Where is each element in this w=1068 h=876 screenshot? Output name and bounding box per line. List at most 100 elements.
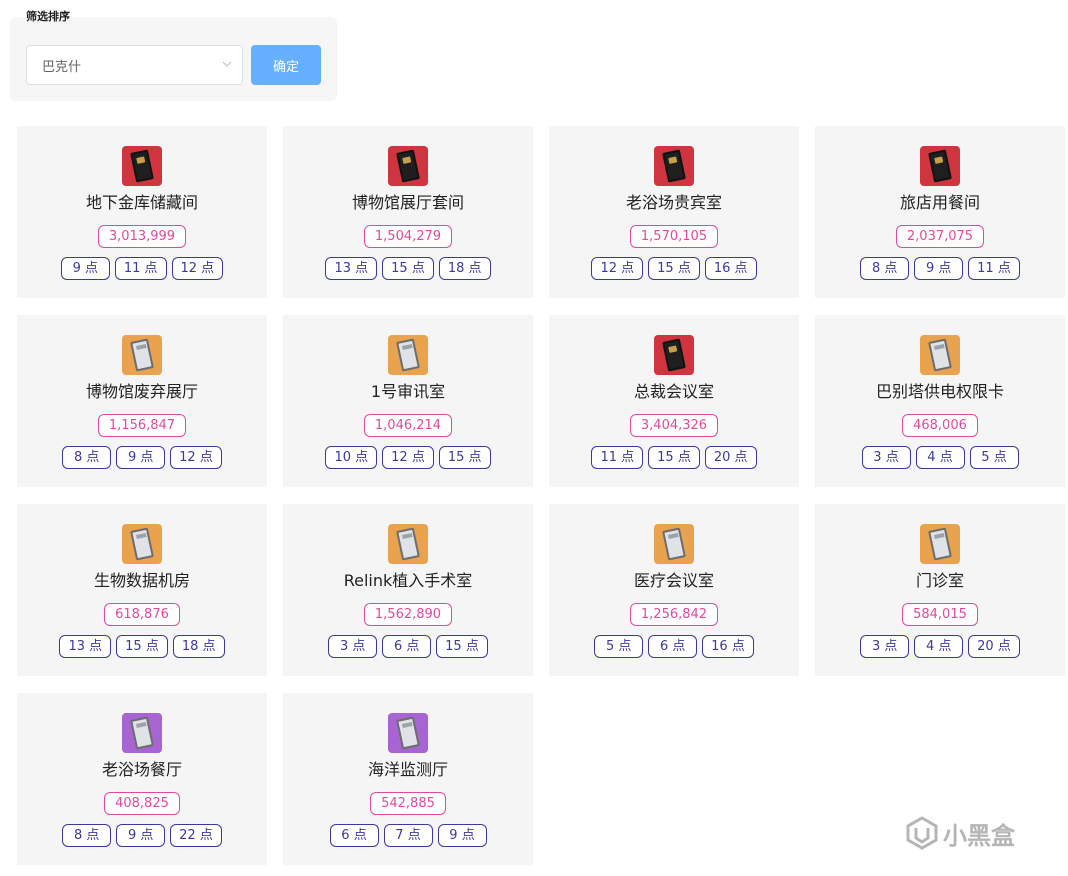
room-card: 老浴场餐厅 408,825 8 点9 点 22 点 (17, 693, 267, 865)
point-tag: 6 点 (382, 635, 432, 658)
point-tag: 11 点 (591, 446, 644, 469)
point-tag: 6 点 (329, 824, 379, 847)
point-tag: 3 点 (328, 635, 378, 658)
point-tag: 15 点 (438, 446, 491, 469)
purple-keycard-icon (388, 713, 428, 753)
room-name: 门诊室 (915, 571, 964, 590)
map-select[interactable]: 巴克什 (26, 45, 243, 85)
orange-keycard-icon (388, 524, 428, 564)
point-tag: 13 点 (59, 635, 112, 658)
point-list: 8 点9 点 22 点 (62, 824, 222, 847)
point-tag: 9 点 (116, 824, 166, 847)
point-tag: 12 点 (591, 257, 644, 280)
watermark: 小黑盒 (905, 813, 1015, 853)
point-list: 9 点 11 点 12 点 (60, 257, 224, 280)
room-price: 1,504,279 (363, 225, 453, 248)
watermark-text: 小黑盒 (943, 821, 1015, 850)
filter-title: 筛选排序 (26, 10, 70, 23)
heybox-logo-icon (906, 816, 938, 850)
room-card: 生物数据机房 618,876 13 点 15 点 18 点 (17, 504, 267, 676)
room-price: 2,037,075 (895, 225, 985, 248)
point-list: 5 点6 点 16 点 (594, 635, 754, 658)
point-tag: 3 点 (861, 446, 911, 469)
point-tag: 5 点 (969, 446, 1019, 469)
room-card: Relink植入手术室 1,562,890 3 点6 点 15 点 (283, 504, 533, 676)
room-price: 1,570,105 (629, 225, 719, 248)
room-name: 1号审讯室 (370, 382, 446, 401)
room-price: 584,015 (902, 603, 978, 626)
room-price: 3,404,326 (629, 414, 719, 437)
room-name: 医疗会议室 (633, 571, 714, 590)
room-price: 3,013,999 (97, 225, 187, 248)
room-price: 468,006 (902, 414, 978, 437)
point-list: 12 点 15 点 16 点 (591, 257, 757, 280)
room-price: 1,156,847 (97, 414, 187, 437)
room-price: 1,256,842 (629, 603, 719, 626)
room-card: 巴别塔供电权限卡 468,006 3 点4 点5 点 (815, 315, 1065, 487)
room-price: 542,885 (370, 792, 446, 815)
point-tag: 8 点 (860, 257, 910, 280)
point-tag: 15 点 (648, 446, 700, 469)
point-tag: 9 点 (116, 446, 166, 469)
room-card: 总裁会议室 3,404,326 11 点 15 点 20 点 (549, 315, 799, 487)
point-tag: 5 点 (594, 635, 644, 658)
orange-keycard-icon (920, 524, 960, 564)
point-list: 8 点9 点 11 点 (860, 257, 1020, 280)
point-tag: 11 点 (968, 257, 1020, 280)
confirm-button[interactable]: 确定 (251, 45, 321, 85)
point-tag: 4 点 (914, 635, 964, 658)
point-tag: 12 点 (170, 446, 222, 469)
point-tag: 22 点 (170, 824, 222, 847)
orange-keycard-icon (122, 335, 162, 375)
point-tag: 10 点 (325, 446, 378, 469)
point-tag: 15 点 (116, 635, 168, 658)
room-name: 地下金库储藏间 (85, 193, 198, 212)
point-tag: 15 点 (436, 635, 488, 658)
red-keycard-icon (388, 146, 428, 186)
room-name: Relink植入手术室 (343, 571, 473, 590)
point-list: 6 点7 点9 点 (329, 824, 487, 847)
point-list: 10 点 12 点 15 点 (325, 446, 491, 469)
room-name: 生物数据机房 (93, 571, 190, 590)
point-tag: 15 点 (648, 257, 700, 280)
point-tag: 11 点 (114, 257, 167, 280)
point-list: 13 点 15 点 18 点 (325, 257, 491, 280)
room-card: 1号审讯室 1,046,214 10 点 12 点 15 点 (283, 315, 533, 487)
room-card: 地下金库储藏间 3,013,999 9 点 11 点 12 点 (17, 126, 267, 298)
red-keycard-icon (654, 146, 694, 186)
point-tag: 13 点 (325, 257, 378, 280)
point-list: 8 点9 点 12 点 (62, 446, 222, 469)
point-tag: 9 点 (437, 824, 487, 847)
point-list: 3 点6 点 15 点 (328, 635, 488, 658)
orange-keycard-icon (388, 335, 428, 375)
room-card: 门诊室 584,015 3 点4 点 20 点 (815, 504, 1065, 676)
point-tag: 12 点 (382, 446, 434, 469)
purple-keycard-icon (122, 713, 162, 753)
room-price: 618,876 (104, 603, 180, 626)
room-name: 老浴场贵宾室 (625, 193, 722, 212)
room-card: 旅店用餐间 2,037,075 8 点9 点 11 点 (815, 126, 1065, 298)
room-card: 老浴场贵宾室 1,570,105 12 点 15 点 16 点 (549, 126, 799, 298)
red-keycard-icon (122, 146, 162, 186)
point-list: 11 点 15 点 20 点 (591, 446, 757, 469)
point-tag: 8 点 (62, 824, 112, 847)
point-tag: 15 点 (382, 257, 434, 280)
chevron-down-icon (222, 61, 232, 67)
room-name: 博物馆展厅套间 (351, 193, 464, 212)
point-list: 3 点4 点 20 点 (860, 635, 1020, 658)
point-tag: 4 点 (915, 446, 965, 469)
point-tag: 9 点 (60, 257, 110, 280)
point-tag: 7 点 (383, 824, 433, 847)
room-name: 总裁会议室 (633, 382, 714, 401)
point-tag: 18 点 (438, 257, 491, 280)
room-card: 博物馆展厅套间 1,504,279 13 点 15 点 18 点 (283, 126, 533, 298)
room-card: 海洋监测厅 542,885 6 点7 点9 点 (283, 693, 533, 865)
point-tag: 16 点 (702, 635, 754, 658)
room-price: 1,562,890 (363, 603, 453, 626)
point-tag: 20 点 (968, 635, 1020, 658)
point-list: 3 点4 点5 点 (861, 446, 1019, 469)
point-tag: 3 点 (860, 635, 910, 658)
map-select-value: 巴克什 (42, 59, 82, 75)
red-keycard-icon (654, 335, 694, 375)
room-name: 博物馆废弃展厅 (85, 382, 198, 401)
